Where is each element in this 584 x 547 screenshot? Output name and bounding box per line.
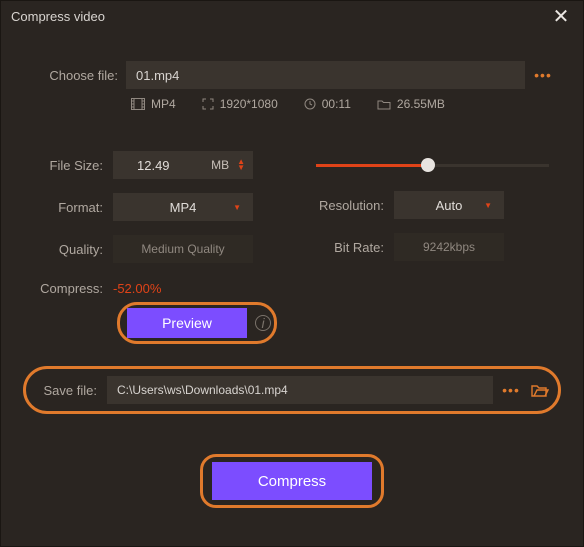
- save-browse-button[interactable]: •••: [501, 382, 521, 398]
- compress-pct-value: -52.00%: [113, 281, 161, 296]
- file-metadata: MP4 1920*1080 00:11 26.55MB: [131, 97, 553, 111]
- choose-file-input[interactable]: 01.mp4: [126, 61, 525, 89]
- titlebar: Compress video ✕: [1, 1, 583, 33]
- bitrate-value: 9242kbps: [394, 233, 504, 261]
- meta-size: 26.55MB: [377, 97, 445, 111]
- chevron-down-icon: ▼: [233, 203, 241, 212]
- format-dropdown[interactable]: MP4 ▼: [113, 193, 253, 221]
- slider-thumb[interactable]: [421, 158, 435, 172]
- compress-pct-label: Compress:: [31, 281, 113, 296]
- window-title: Compress video: [11, 9, 105, 24]
- file-size-value: 12.49: [137, 158, 205, 173]
- close-icon[interactable]: ✕: [549, 4, 573, 29]
- resolution-dropdown[interactable]: Auto ▼: [394, 191, 504, 219]
- open-folder-icon[interactable]: [531, 383, 549, 397]
- quality-value: Medium Quality: [113, 235, 253, 263]
- file-size-stepper[interactable]: 12.49 MB ▲ ▼: [113, 151, 253, 179]
- meta-resolution: 1920*1080: [202, 97, 278, 111]
- preview-button[interactable]: Preview: [127, 308, 247, 338]
- save-file-label: Save file:: [35, 383, 107, 398]
- browse-file-button[interactable]: •••: [533, 67, 553, 83]
- folder-icon: [377, 99, 391, 110]
- compress-button[interactable]: Compress: [212, 462, 372, 500]
- film-icon: [131, 98, 145, 110]
- clock-icon: [304, 98, 316, 110]
- file-size-label: File Size:: [31, 158, 113, 173]
- resolution-label: Resolution:: [312, 198, 394, 213]
- compress-video-dialog: Compress video ✕ Choose file: 01.mp4 •••…: [0, 0, 584, 547]
- save-file-input[interactable]: C:\Users\ws\Downloads\01.mp4: [107, 376, 493, 404]
- chevron-down-icon: ▼: [484, 201, 492, 210]
- choose-file-label: Choose file:: [31, 68, 126, 83]
- bitrate-label: Bit Rate:: [312, 240, 394, 255]
- expand-icon: [202, 98, 214, 110]
- format-label: Format:: [31, 200, 113, 215]
- info-icon[interactable]: i: [255, 315, 271, 331]
- file-size-unit: MB: [211, 158, 229, 172]
- quality-label: Quality:: [31, 242, 113, 257]
- stepper-down-icon[interactable]: ▼: [237, 165, 245, 171]
- meta-duration: 00:11: [304, 97, 351, 111]
- meta-format: MP4: [131, 97, 176, 111]
- size-slider[interactable]: [312, 151, 553, 179]
